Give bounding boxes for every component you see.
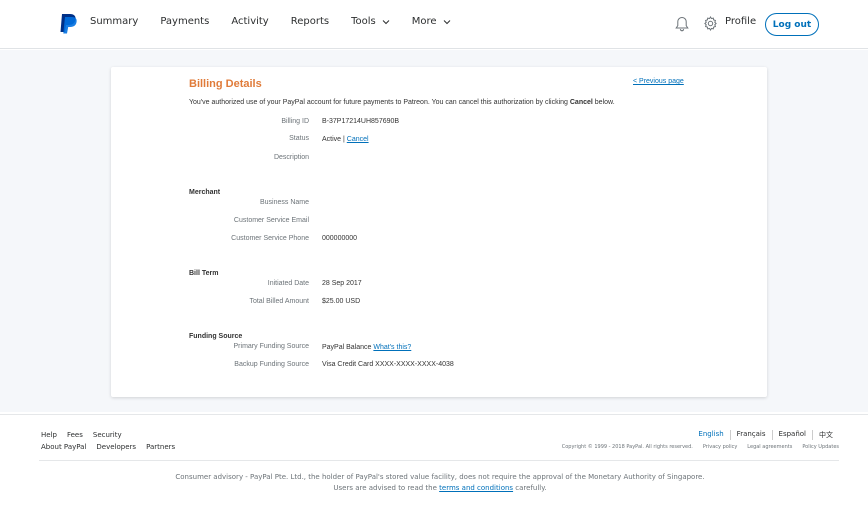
total-billed-value: $25.00 USD: [322, 298, 361, 305]
initiated-date-label: Initiated Date: [267, 280, 309, 287]
footer-divider-top: [0, 414, 868, 415]
footer-link-partners[interactable]: Partners: [146, 443, 175, 451]
language-option[interactable]: 中文: [812, 430, 839, 440]
nav-payments[interactable]: Payments: [160, 16, 209, 27]
nav-label: Summary: [90, 16, 139, 27]
footer-link-help[interactable]: Help: [41, 431, 57, 439]
total-billed-label: Total Billed Amount: [249, 298, 309, 305]
settings-gear-icon[interactable]: [703, 16, 718, 31]
business-name-label: Business Name: [259, 199, 309, 206]
nav-label: Activity: [231, 16, 269, 27]
language-selector: English Français Español 中文: [692, 430, 839, 440]
previous-page-link[interactable]: < Previous page: [633, 78, 684, 85]
copyright-text: Copyright © 1999 - 2018 PayPal. All righ…: [561, 444, 693, 450]
backup-funding-value: Visa Credit Card XXXX-XXXX-XXXX-4038: [322, 361, 454, 368]
chevron-down-icon: [443, 19, 450, 24]
authorization-intro: You've authorized use of your PayPal acc…: [189, 99, 615, 106]
footer-links-row2: About PayPal Developers Partners: [41, 443, 185, 451]
profile-link[interactable]: Profile: [725, 16, 756, 27]
nav-summary[interactable]: Summary: [90, 16, 138, 27]
cs-phone-label: Customer Service Phone: [231, 235, 309, 242]
nav-label: Tools: [351, 16, 376, 27]
advisory-end: carefully.: [513, 484, 547, 492]
nav-label: More: [411, 16, 437, 27]
intro-end: below.: [592, 99, 615, 106]
language-option[interactable]: Español: [771, 430, 812, 440]
billing-id-value: B-37P17214UH857690B: [322, 118, 400, 125]
primary-funding-text: PayPal Balance: [322, 344, 374, 351]
logout-button[interactable]: Log out: [765, 13, 819, 36]
chevron-down-icon: [382, 19, 390, 24]
status-text: Active |: [322, 136, 347, 143]
intro-text: You've authorized use of your PayPal acc…: [189, 99, 570, 106]
main-nav: Summary Payments Activity Reports Tools More: [90, 16, 473, 27]
merchant-heading: Merchant: [189, 189, 221, 196]
bill-term-heading: Bill Term: [189, 270, 219, 277]
cs-phone-value: 000000000: [322, 235, 358, 242]
language-option[interactable]: Français: [729, 430, 772, 440]
footer-link-security[interactable]: Security: [93, 431, 122, 439]
footer-link-fees[interactable]: Fees: [67, 431, 83, 439]
description-label: Description: [273, 154, 309, 161]
primary-funding-label: Primary Funding Source: [233, 343, 309, 350]
initiated-date-value: 28 Sep 2017: [322, 280, 362, 287]
nav-activity[interactable]: Activity: [231, 16, 268, 27]
terms-conditions-link[interactable]: terms and conditions: [439, 484, 513, 492]
primary-funding-value: PayPal Balance What's this?: [322, 344, 411, 351]
privacy-policy-link[interactable]: Privacy policy: [703, 444, 737, 450]
paypal-logo-icon[interactable]: [58, 13, 78, 35]
nav-reports[interactable]: Reports: [291, 16, 329, 27]
backup-funding-label: Backup Funding Source: [234, 361, 309, 368]
billing-id-label: Billing ID: [281, 118, 309, 125]
top-header: Summary Payments Activity Reports Tools More …: [0, 0, 868, 49]
nav-label: Payments: [160, 16, 210, 27]
legal-agreements-link[interactable]: Legal agreements: [747, 444, 792, 450]
funding-source-heading: Funding Source: [189, 333, 243, 340]
consumer-advisory: Consumer advisory - PayPal Pte. Ltd., th…: [170, 472, 710, 494]
language-option[interactable]: English: [692, 430, 729, 440]
intro-cancel-bold: Cancel: [569, 99, 593, 106]
status-label: Status: [289, 135, 309, 142]
legal-links: Copyright © 1999 - 2018 PayPal. All righ…: [552, 444, 839, 450]
footer-links-row1: Help Fees Security: [41, 431, 132, 439]
footer-divider: [39, 460, 839, 461]
policy-updates-link[interactable]: Policy Updates: [802, 444, 839, 450]
cs-email-label: Customer Service Email: [233, 217, 309, 224]
nav-label: Reports: [290, 16, 330, 27]
status-value: Active | Cancel: [322, 136, 369, 143]
page-title: Billing Details: [189, 78, 262, 90]
nav-tools[interactable]: Tools: [351, 16, 390, 27]
notification-bell-icon[interactable]: [675, 16, 689, 32]
nav-more[interactable]: More: [412, 16, 451, 27]
footer-link-about-paypal[interactable]: About PayPal: [41, 443, 86, 451]
footer-link-developers[interactable]: Developers: [96, 443, 136, 451]
cancel-authorization-link[interactable]: Cancel: [347, 136, 369, 143]
whats-this-link[interactable]: What's this?: [373, 344, 411, 351]
